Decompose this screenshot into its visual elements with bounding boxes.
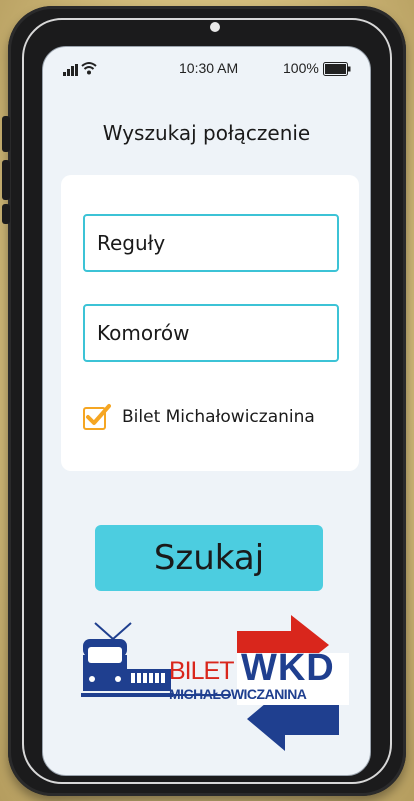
signal-icon — [63, 64, 78, 76]
status-bar: 10:30 AM 100% — [43, 47, 370, 91]
checkbox-checked-icon[interactable] — [83, 403, 111, 431]
to-station-input[interactable] — [83, 304, 339, 362]
page-title: Wyszukaj połączenie — [102, 121, 311, 145]
volume-up-button — [2, 116, 10, 152]
from-station-input[interactable] — [83, 214, 339, 272]
search-button[interactable]: Szukaj — [95, 525, 323, 591]
bilet-michalowiczanina-logo: BILET WKD MICHAŁOWICZANINA — [77, 611, 357, 761]
search-form-card: Bilet Michałowiczanina — [61, 175, 359, 471]
wifi-icon — [81, 62, 97, 75]
ticket-checkbox-row[interactable]: Bilet Michałowiczanina — [83, 403, 353, 433]
battery-percent: 100% — [283, 60, 319, 76]
logo-bilet-text: BILET — [169, 657, 234, 685]
volume-down-button — [2, 160, 10, 200]
phone-screen: 10:30 AM 100% Wyszukaj połączenie Bilet … — [42, 46, 371, 776]
ticket-checkbox-label: Bilet Michałowiczanina — [122, 407, 315, 427]
status-time: 10:30 AM — [179, 60, 239, 76]
logo-michalowiczanina-text: MICHAŁOWICZANINA — [169, 686, 307, 702]
battery-icon — [323, 62, 351, 76]
camera-dot — [210, 22, 220, 32]
side-button — [2, 204, 10, 224]
logo-wkd-text: WKD — [241, 647, 335, 689]
